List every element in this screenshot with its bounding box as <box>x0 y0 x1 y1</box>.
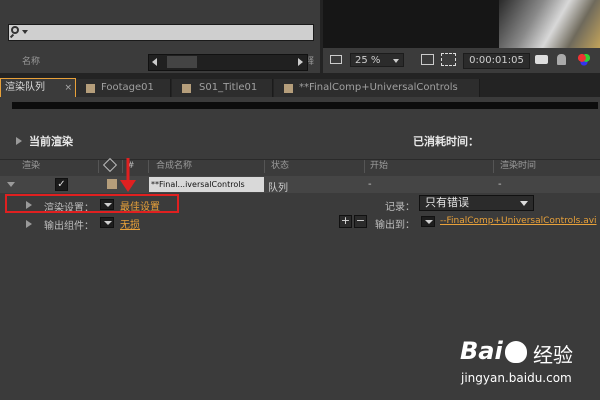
resolution-icon[interactable] <box>330 55 342 64</box>
output-module-label: 输出组件： <box>44 221 94 232</box>
output-module-value[interactable]: 无损 <box>120 216 140 231</box>
log-value: 只有错误 <box>425 196 469 209</box>
viewer-toolbar: 25 % 0:00:01:05 <box>323 48 600 73</box>
add-output-module-button[interactable]: + <box>339 215 352 228</box>
tab-label: Footage01 <box>101 82 154 93</box>
timecode-field[interactable]: 0:00:01:05 <box>463 53 530 69</box>
column-separator <box>98 160 99 173</box>
label-color-swatch[interactable] <box>107 179 117 189</box>
start-cell: - <box>368 179 372 190</box>
render-checkbox[interactable]: ✓ <box>55 178 68 191</box>
close-icon[interactable]: × <box>64 79 72 97</box>
collapse-arrow-icon[interactable] <box>7 182 15 187</box>
project-panel: 名称 注释 <box>0 0 320 73</box>
label-color-swatch <box>182 84 191 93</box>
scroll-right-icon[interactable] <box>298 58 303 66</box>
current-render-expand-icon[interactable] <box>16 137 22 145</box>
label-color-swatch <box>284 84 293 93</box>
render-time-cell: - <box>498 179 502 190</box>
tab-label: 渲染队列 <box>5 82 45 93</box>
elapsed-time-label: 已消耗时间： <box>413 135 479 148</box>
comp-name-cell[interactable]: **Final...iversalControls <box>149 177 264 192</box>
column-start[interactable]: 开始 <box>370 160 388 173</box>
camera-icon[interactable] <box>535 55 548 64</box>
output-to-label: 输出到： <box>375 220 415 231</box>
log-label: 记录： <box>385 202 415 213</box>
tab-finalcomp[interactable]: **FinalComp+UniversalControls <box>274 79 480 97</box>
watermark: Bai 经验 jingyan.baidu.com <box>455 335 595 395</box>
chevron-down-icon <box>22 30 28 34</box>
output-module-dropdown[interactable] <box>100 217 114 228</box>
tab-render-queue[interactable]: 渲染队列 × <box>0 78 76 98</box>
tab-footage01[interactable]: Footage01 <box>76 79 171 97</box>
column-separator <box>364 160 365 173</box>
composition-viewer <box>323 0 600 48</box>
queue-item-row[interactable] <box>0 176 600 193</box>
watermark-brand: Bai <box>460 337 503 365</box>
tab-label: **FinalComp+UniversalControls <box>299 82 458 93</box>
column-separator <box>493 160 494 173</box>
search-line <box>9 33 15 39</box>
current-render-label: 当前渲染 <box>29 135 73 148</box>
safe-area-icon[interactable] <box>421 54 434 65</box>
column-comp-name[interactable]: 合成名称 <box>156 160 192 173</box>
log-dropdown[interactable]: 只有错误 <box>419 195 534 211</box>
paw-icon <box>505 341 527 363</box>
watermark-url: jingyan.baidu.com <box>461 371 572 385</box>
output-to-value[interactable]: --FinalComp+UniversalControls.avi <box>440 216 597 226</box>
progress-bar <box>12 102 598 109</box>
column-render-time[interactable]: 渲染时间 <box>500 160 536 173</box>
chevron-down-icon <box>520 201 528 206</box>
search-input[interactable] <box>8 24 314 41</box>
chevron-down-icon <box>393 59 399 63</box>
region-of-interest-icon[interactable] <box>441 53 456 66</box>
person-icon[interactable] <box>557 54 566 65</box>
column-status[interactable]: 状态 <box>271 160 289 173</box>
output-to-dropdown[interactable] <box>421 216 435 227</box>
column-separator <box>264 160 265 173</box>
horizontal-scrollbar[interactable] <box>148 54 308 71</box>
scrollbar-thumb[interactable] <box>167 56 197 68</box>
zoom-value: 25 % <box>355 55 381 66</box>
output-module-expand-icon[interactable] <box>26 220 32 228</box>
status-cell: 队列 <box>268 183 288 194</box>
column-separator <box>148 160 149 173</box>
name-column-header[interactable]: 名称 <box>22 54 40 67</box>
zoom-dropdown[interactable]: 25 % <box>350 53 404 67</box>
remove-output-module-button[interactable]: − <box>354 215 367 228</box>
channels-icon[interactable] <box>577 53 591 67</box>
viewer-image <box>499 0 600 48</box>
tab-label: S01_Title01 <box>199 82 258 93</box>
tab-s01-title01[interactable]: S01_Title01 <box>172 79 273 97</box>
column-render[interactable]: 渲染 <box>22 160 40 173</box>
watermark-brand-cn: 经验 <box>533 343 573 367</box>
label-color-swatch <box>86 84 95 93</box>
highlight-box <box>5 194 179 213</box>
red-arrow-icon <box>120 158 136 192</box>
scroll-left-icon[interactable] <box>152 58 157 66</box>
